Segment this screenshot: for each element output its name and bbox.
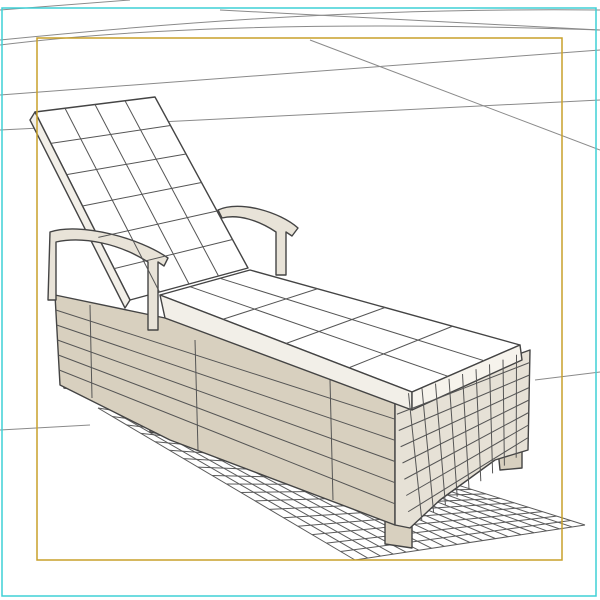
viewport-canvas[interactable]	[0, 0, 600, 600]
3d-viewport[interactable]	[0, 0, 600, 600]
